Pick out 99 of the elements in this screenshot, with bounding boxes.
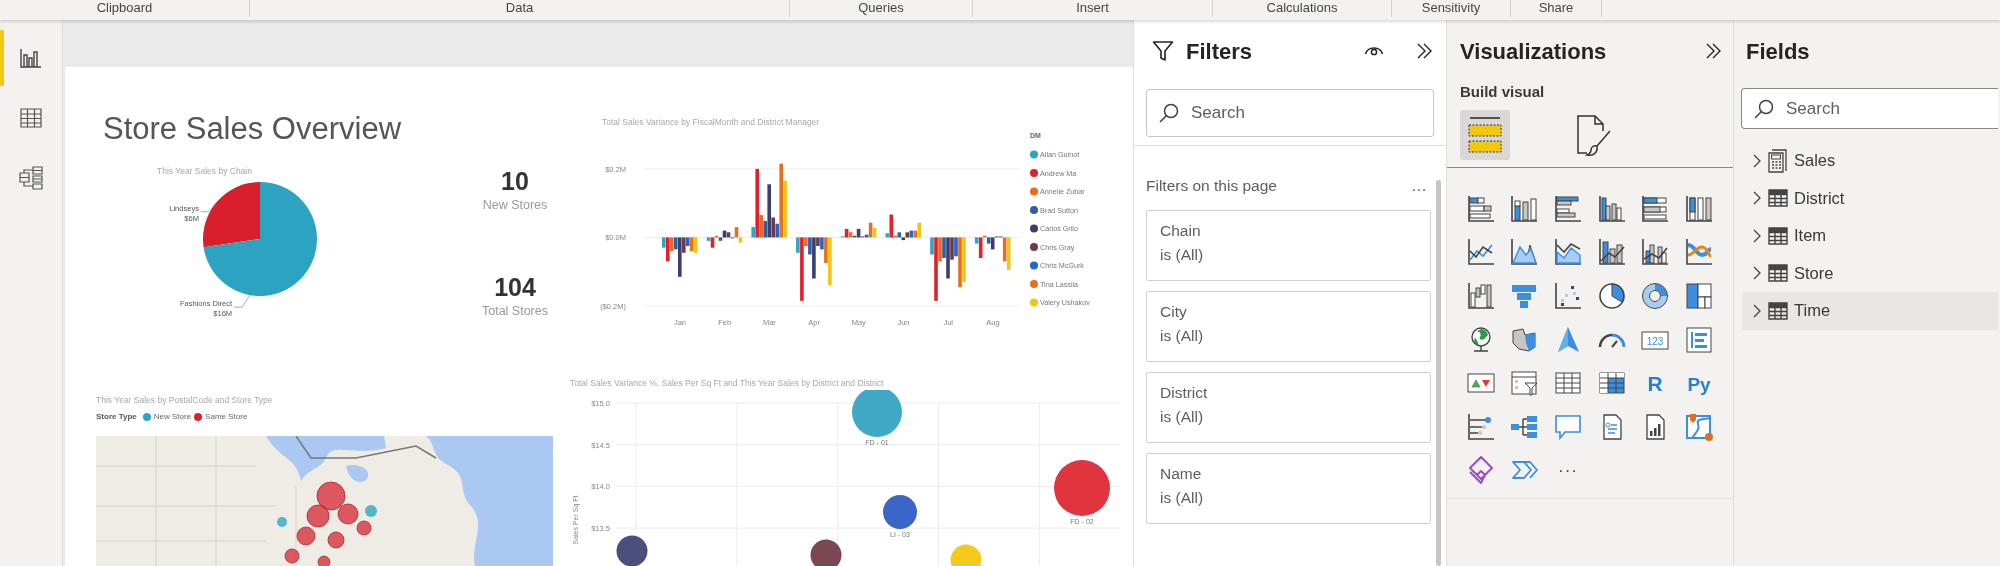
chevron-icon[interactable]: [1752, 227, 1762, 244]
filter-field-name: District: [1160, 383, 1209, 402]
legend-dot: [1030, 187, 1038, 196]
map-marker-icon[interactable]: [1683, 411, 1714, 442]
field-table-item[interactable]: Store: [1742, 254, 1998, 292]
ribbon-group-label[interactable]: Calculations: [1266, 0, 1338, 15]
multi-row-card-icon[interactable]: [1683, 324, 1714, 355]
percent-column-chart-icon[interactable]: [1683, 193, 1714, 224]
search-icon: [1158, 102, 1180, 124]
more-visuals-button[interactable]: ···: [1554, 457, 1582, 484]
legend-dot: [1030, 298, 1038, 307]
chevron-icon[interactable]: [1752, 190, 1762, 207]
field-wells-icon: [1466, 115, 1504, 155]
filter-field-name: Chain: [1160, 221, 1202, 240]
search-field[interactable]: Search: [1741, 88, 1998, 129]
more-options-button[interactable]: …: [1407, 174, 1431, 198]
legend-dot: [1030, 206, 1038, 214]
line-and-column-chart-icon[interactable]: [1596, 237, 1627, 268]
section-heading: Build visual: [1459, 82, 1546, 102]
script-visual-icon[interactable]: Py: [1683, 368, 1714, 399]
pane-title: Visualizations: [1460, 37, 1607, 66]
legend-dot: [1030, 150, 1038, 159]
kpi-label: Total Stores: [482, 303, 548, 319]
chart-title: Total Sales Variance %, Sales Per Sq Ft and This Year Sales by District and District: [569, 377, 885, 390]
ribbon-group-label[interactable]: Insert: [1076, 0, 1109, 15]
treemap-icon[interactable]: [1683, 281, 1714, 311]
line-chart-icon[interactable]: [1465, 237, 1496, 268]
table-icon: [1768, 301, 1788, 320]
pane-title: Fields: [1746, 37, 1810, 66]
kpi-value: 104: [494, 272, 536, 303]
bar-chart-icon[interactable]: [1553, 193, 1583, 224]
legend-dot: [1030, 261, 1038, 270]
script-visual-icon[interactable]: R: [1640, 368, 1671, 399]
filter-condition: is (All): [1160, 326, 1205, 345]
search-field[interactable]: Search: [1146, 89, 1434, 137]
slicer-icon[interactable]: [1509, 368, 1540, 399]
legend-dot: [1030, 169, 1038, 177]
table-grid-icon: [20, 108, 42, 128]
key-influencers-icon[interactable]: [1465, 411, 1496, 442]
legend-dot: [1030, 243, 1038, 251]
pane-title: Filters: [1186, 37, 1253, 66]
filter-card[interactable]: District is (All): [1146, 372, 1431, 443]
eye-icon[interactable]: [1364, 44, 1384, 58]
percent-bar-chart-icon[interactable]: [1640, 193, 1671, 224]
filter-condition: is (All): [1160, 488, 1205, 507]
field-table-item[interactable]: Item: [1742, 217, 1998, 255]
legend-label: New Store: [153, 411, 192, 423]
stacked-area-chart-icon[interactable]: [1553, 237, 1583, 268]
filter-card[interactable]: Name is (All): [1146, 453, 1431, 524]
kpi-label: New Stores: [482, 197, 548, 213]
chevron-icon[interactable]: [1752, 265, 1762, 282]
ribbon-group-label[interactable]: Data: [505, 0, 534, 15]
kpi-value: 10: [501, 166, 529, 197]
filter-condition: is (All): [1160, 245, 1205, 264]
field-table-item[interactable]: District: [1742, 179, 1998, 217]
table-icon: [1768, 189, 1788, 208]
field-table-item[interactable]: Time: [1742, 292, 1998, 330]
search-icon: [1753, 97, 1775, 120]
stacked-bar-chart-icon[interactable]: [1465, 193, 1496, 224]
chart-title: This Year Sales by PostalCode and Store Type: [96, 394, 274, 407]
table-icon: [1768, 264, 1788, 283]
section-heading: Filters on this page: [1146, 176, 1277, 197]
filter-field-name: City: [1160, 302, 1188, 321]
line-and-column-chart-icon[interactable]: [1640, 237, 1671, 268]
area-chart-icon[interactable]: [1509, 237, 1540, 268]
chart-title: This Year Sales by Chain: [157, 165, 253, 178]
pie-chart-icon[interactable]: [1596, 281, 1627, 311]
build-visual-button[interactable]: [1460, 110, 1510, 160]
legend-dot: [1030, 280, 1038, 288]
report-title: Store Sales Overview: [103, 110, 402, 148]
bar-chart-icon: [19, 47, 43, 69]
filter-icon: [1152, 40, 1174, 62]
calculator-icon: [1768, 148, 1788, 173]
chart-title: Total Sales Variance by FiscalMonth and District Manager: [601, 116, 821, 129]
legend-label: Same Store: [205, 411, 248, 423]
field-table-item[interactable]: Sales: [1742, 142, 1998, 180]
table-icon: [1768, 226, 1788, 245]
filter-card[interactable]: Chain is (All): [1146, 210, 1431, 281]
leader-line: [233, 294, 251, 308]
filter-card[interactable]: City is (All): [1146, 291, 1431, 362]
filter-condition: is (All): [1160, 407, 1205, 426]
filter-field-name: Name: [1160, 464, 1203, 483]
leader-line: [200, 201, 218, 213]
stacked-column-chart-icon[interactable]: [1509, 193, 1540, 224]
donut-chart-icon[interactable]: [1640, 281, 1671, 311]
scatter-chart-icon[interactable]: [1553, 281, 1583, 311]
ribbon-group-label[interactable]: Share: [1538, 0, 1574, 15]
chevron-icon[interactable]: [1752, 152, 1762, 169]
ribbon-group-label[interactable]: Clipboard: [96, 0, 153, 15]
legend-title: Store Type: [96, 411, 137, 423]
ribbon-chart-icon[interactable]: [1683, 237, 1714, 268]
column-chart-icon[interactable]: [1596, 193, 1627, 224]
legend-dot: [1030, 224, 1038, 233]
ribbon-group-label[interactable]: Queries: [858, 0, 904, 15]
diagram-icon: [19, 166, 43, 190]
waterfall-chart-icon[interactable]: [1465, 281, 1496, 311]
chevron-icon[interactable]: [1752, 302, 1762, 319]
scrollbar[interactable]: [1436, 180, 1441, 566]
ribbon-group-label[interactable]: Sensitivity: [1421, 0, 1481, 15]
